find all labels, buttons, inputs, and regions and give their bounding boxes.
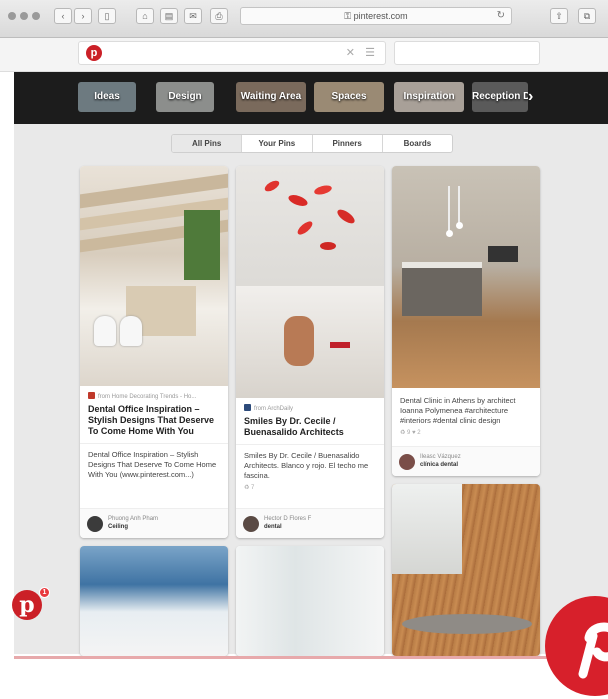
avatar[interactable] [243,516,259,532]
mail-icon[interactable]: ✉ [184,8,202,24]
search-input[interactable]: ✕ ☰ [78,41,386,65]
pinterest-logo-icon[interactable]: p [86,45,102,61]
category-bar: Ideas Design Waiting Area Spaces Inspira… [14,72,608,124]
browser-window: { "browser": {"url": "pinterest.com", "u… [0,0,608,699]
tab-pinners[interactable]: Pinners [313,135,383,152]
pin-image[interactable] [236,166,384,398]
window-zoom-dot[interactable] [32,12,40,20]
reload-icon[interactable]: ↻ [497,8,505,24]
back-icon[interactable]: ‹ [54,8,72,24]
category-design[interactable]: Design [156,82,214,112]
source-icon [244,404,251,411]
pinterest-badge-icon[interactable]: p [12,590,42,620]
source-icon [88,392,95,399]
category-reception-desks[interactable]: Reception Desks [472,82,528,112]
lock-icon: ⚿ [344,11,354,21]
pin-description: Smiles By Dr. Cecile / Buenasalido Archi… [236,444,384,481]
browser-toolbar: ‹ › ▯ ⌂ ▤ ✉ ⎙ ⚿ pinterest.com ↻ ⇧ ⧉ [0,0,608,38]
pin-stats: ♻ 7 [244,485,255,491]
pin-user[interactable]: Phuong Anh Pham Ceiling [80,508,228,538]
window-close-dot[interactable] [8,12,16,20]
user-name[interactable]: Ileasc Vázquez [420,454,461,460]
pin-user[interactable]: Hector D Flores F dental [236,508,384,538]
pinterest-p-icon [578,622,608,679]
pin-image[interactable] [80,166,228,386]
pinterest-logo-icon [545,596,608,696]
pin-title[interactable]: Smiles By Dr. Cecile / Buenasalido Archi… [236,412,384,438]
pin-card[interactable]: from Home Decorating Trends - Ho... Dent… [80,166,228,538]
tab-boards[interactable]: Boards [383,135,452,152]
pin-description: Dental Clinic in Athens by architect Ioa… [400,396,516,425]
avatar[interactable] [399,454,415,470]
pin-source[interactable]: from ArchDaily [236,398,384,412]
category-inspiration[interactable]: Inspiration [394,82,464,112]
pin-image[interactable] [236,546,384,656]
category-ideas[interactable]: Ideas [78,82,136,112]
pin-image[interactable] [392,166,540,388]
user-name[interactable]: Hector D Flores F [264,516,311,522]
tab-all-pins[interactable]: All Pins [172,135,243,152]
divider [14,656,608,659]
tab-your-pins[interactable]: Your Pins [242,135,313,152]
chevron-right-icon[interactable]: › [528,88,533,106]
header-secondary-field[interactable] [394,41,540,65]
bookmark-icon[interactable]: ▤ [160,8,178,24]
search-filter-tabs: All Pins Your Pins Pinners Boards [171,134,453,153]
pin-card[interactable] [80,546,228,656]
sidebar-icon[interactable]: ▯ [98,8,116,24]
forward-icon[interactable]: › [74,8,92,24]
window-minimize-dot[interactable] [20,12,28,20]
url-text: pinterest.com [353,11,408,21]
user-name[interactable]: Phuong Anh Pham [108,516,158,522]
address-bar[interactable]: ⚿ pinterest.com ↻ [240,7,512,25]
pin-image[interactable] [80,546,228,656]
category-spaces[interactable]: Spaces [314,82,384,112]
pin-stats: ♻ 9 ♥ 2 [400,430,421,436]
tabs-icon[interactable]: ⧉ [578,8,596,24]
board-name[interactable]: clínica dental [420,462,458,468]
board-name[interactable]: Ceiling [108,524,128,530]
pin-card[interactable]: Dental Clinic in Athens by architect Ioa… [392,166,540,476]
pin-user[interactable]: Ileasc Vázquez clínica dental [392,446,540,476]
print-icon[interactable]: ⎙ [210,8,228,24]
avatar[interactable] [87,516,103,532]
share-icon[interactable]: ⇧ [550,8,568,24]
pin-card[interactable]: from ArchDaily Smiles By Dr. Cecile / Bu… [236,166,384,538]
pin-card[interactable] [392,484,540,656]
home-icon[interactable]: ⌂ [136,8,154,24]
pin-description: Dental Office Inspiration – Stylish Desi… [80,443,228,480]
clear-search-icon[interactable]: ✕ [346,46,355,59]
pin-title[interactable]: Dental Office Inspiration – Stylish Desi… [80,400,228,437]
pin-source[interactable]: from Home Decorating Trends - Ho... [80,386,228,400]
category-waiting-area[interactable]: Waiting Area [236,82,306,112]
notification-count: 1 [39,587,50,598]
board-name[interactable]: dental [264,524,282,530]
pin-card[interactable] [236,546,384,656]
search-menu-icon[interactable]: ☰ [365,46,375,59]
pin-image[interactable] [392,484,540,656]
